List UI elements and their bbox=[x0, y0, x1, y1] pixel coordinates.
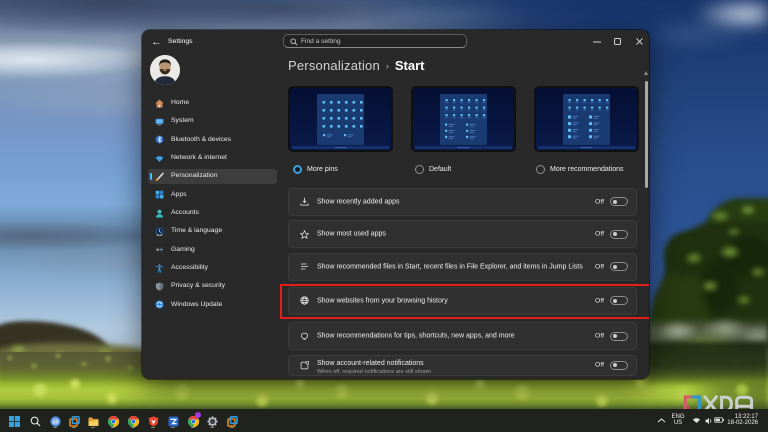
svg-text:ab: ab bbox=[53, 420, 59, 426]
